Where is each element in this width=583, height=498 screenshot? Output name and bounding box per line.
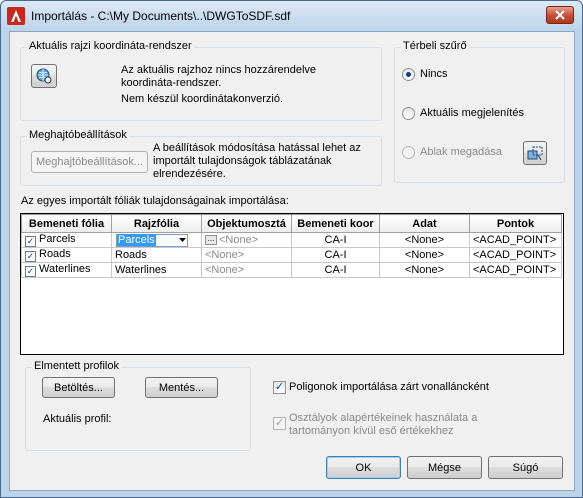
driver-settings-group: Meghajtóbeállítások Meghajtóbeállítások.… (20, 129, 382, 186)
filter-window-label[interactable]: Ablak megadása (420, 146, 502, 158)
chevron-down-icon[interactable] (178, 237, 187, 243)
coord-line-1: Az aktuális rajzhoz nincs hozzárendelve (121, 64, 317, 76)
driver-line-3: elrendezésére. (153, 168, 226, 180)
filter-none-label[interactable]: Nincs (420, 68, 448, 80)
col-header-input-layer[interactable]: Bemeneti fólia (21, 214, 112, 233)
col-header-data[interactable]: Adat (379, 214, 470, 233)
coordinate-system-button[interactable] (31, 64, 57, 88)
title-bar[interactable]: Importálás - C:\My Documents\..\DWGToSDF… (1, 1, 582, 31)
load-profile-button[interactable]: Betöltés... (42, 377, 115, 398)
col-header-object-class[interactable]: Objektumosztá (201, 214, 292, 233)
input-layer-cell[interactable]: ✓ Parcels (21, 232, 112, 248)
table-row[interactable]: ✓ Parcels Parcels ... <None> CA-I <None> <… (21, 232, 562, 248)
filter-current-view-radio[interactable] (402, 107, 415, 120)
layer-dropdown[interactable]: Parcels (116, 233, 188, 247)
points-cell[interactable]: <ACAD_POINT> (469, 232, 562, 248)
data-cell[interactable]: <None> (379, 247, 470, 263)
browse-ellipsis-button[interactable]: ... (205, 235, 217, 246)
input-layer-cell[interactable]: ✓ Waterlines (21, 262, 112, 278)
driver-line-2: importált tulajdonságok táblázatának (153, 155, 332, 167)
polygons-checkbox[interactable]: ✓ (273, 381, 286, 394)
layer-properties-grid: Bemeneti fólia Rajzfólia Objektumosztá B… (20, 213, 564, 355)
polygons-label[interactable]: Poligonok importálása zárt vonalláncként (289, 381, 489, 393)
ok-button[interactable]: OK (326, 456, 401, 479)
row-checkbox[interactable]: ✓ (25, 251, 36, 262)
coord-line-3: Nem készül koordinátakonverzió. (121, 93, 284, 105)
object-class-value: <None> (219, 234, 259, 246)
class-defaults-line-2[interactable]: tartományon kívül eső értékekhez (289, 425, 453, 437)
filter-window-radio[interactable] (402, 146, 415, 159)
class-defaults-checkbox[interactable]: ✓ (273, 417, 286, 430)
import-dialog: Importálás - C:\My Documents\..\DWGToSDF… (0, 0, 583, 498)
driver-line-1: A beállítások módosítása hatással lehet … (153, 142, 361, 154)
class-defaults-line-1[interactable]: Osztályok alapértékeinek használata a (289, 412, 477, 424)
window-title: Importálás - C:\My Documents\..\DWGToSDF… (31, 9, 291, 23)
globe-icon (36, 68, 52, 84)
coord-line-2: koordináta-rendszer. (121, 77, 222, 89)
input-layer-value: Parcels (39, 233, 76, 246)
object-class-value: <None> (205, 249, 245, 261)
coord-cell[interactable]: CA-I (291, 262, 380, 278)
input-layer-value: Waterlines (39, 263, 91, 276)
current-profile-label: Aktuális profil: (43, 413, 112, 425)
row-checkbox[interactable]: ✓ (25, 266, 36, 277)
spatial-filter-group: Térbeli szűrő Nincs Aktuális megjeleníté… (394, 40, 565, 183)
select-window-icon (527, 146, 543, 161)
object-class-cell[interactable]: <None> (201, 247, 292, 263)
close-button[interactable] (546, 6, 574, 24)
pick-window-button[interactable] (523, 141, 547, 165)
col-header-input-coord[interactable]: Bemeneti koor (291, 214, 380, 233)
coord-cell[interactable]: CA-I (291, 247, 380, 263)
drawing-layer-cell[interactable]: Parcels (111, 232, 202, 248)
driver-settings-legend: Meghajtóbeállítások (27, 129, 129, 141)
coordinate-system-group: Aktuális rajzi koordináta-rendszer Az ak… (20, 40, 382, 121)
coordinate-system-legend: Aktuális rajzi koordináta-rendszer (27, 40, 194, 52)
driver-settings-button[interactable]: Meghajtóbeállítások... (31, 151, 148, 173)
spatial-filter-legend: Térbeli szűrő (401, 40, 469, 52)
saved-profiles-legend: Elmentett profilok (32, 360, 121, 372)
dialog-client-area: Aktuális rajzi koordináta-rendszer Az ak… (9, 31, 575, 491)
grid-label: Az egyes importált fóliák tulajdonságain… (21, 195, 289, 207)
help-button[interactable]: Súgó (488, 456, 563, 479)
coord-cell[interactable]: CA-I (291, 232, 380, 248)
object-class-cell[interactable]: <None> (201, 262, 292, 278)
input-layer-value: Roads (39, 248, 71, 261)
autocad-app-icon (7, 7, 25, 25)
object-class-value: <None> (205, 264, 245, 276)
drawing-layer-cell[interactable]: Roads (111, 247, 202, 263)
drawing-layer-cell[interactable]: Waterlines (111, 262, 202, 278)
table-row[interactable]: ✓ Waterlines Waterlines <None> CA-I <None… (21, 262, 562, 278)
points-cell[interactable]: <ACAD_POINT> (469, 262, 562, 278)
save-profile-button[interactable]: Mentés... (145, 377, 218, 398)
saved-profiles-group: Elmentett profilok Betöltés... Mentés...… (25, 360, 251, 451)
grid-header-row: Bemeneti fólia Rajzfólia Objektumosztá B… (21, 214, 562, 233)
table-row[interactable]: ✓ Roads Roads <None> CA-I <None> <ACAD_PO… (21, 247, 562, 263)
close-icon (555, 10, 565, 20)
layer-dropdown-value: Parcels (117, 234, 156, 246)
col-header-drawing-layer[interactable]: Rajzfólia (111, 214, 202, 233)
filter-current-view-label[interactable]: Aktuális megjelenítés (420, 107, 524, 119)
filter-none-radio[interactable] (402, 68, 415, 81)
input-layer-cell[interactable]: ✓ Roads (21, 247, 112, 263)
data-cell[interactable]: <None> (379, 232, 470, 248)
row-checkbox[interactable]: ✓ (25, 236, 36, 247)
col-header-points[interactable]: Pontok (469, 214, 562, 233)
cancel-button[interactable]: Mégse (407, 456, 482, 479)
data-cell[interactable]: <None> (379, 262, 470, 278)
points-cell[interactable]: <ACAD_POINT> (469, 247, 562, 263)
object-class-cell[interactable]: ... <None> (201, 232, 292, 248)
